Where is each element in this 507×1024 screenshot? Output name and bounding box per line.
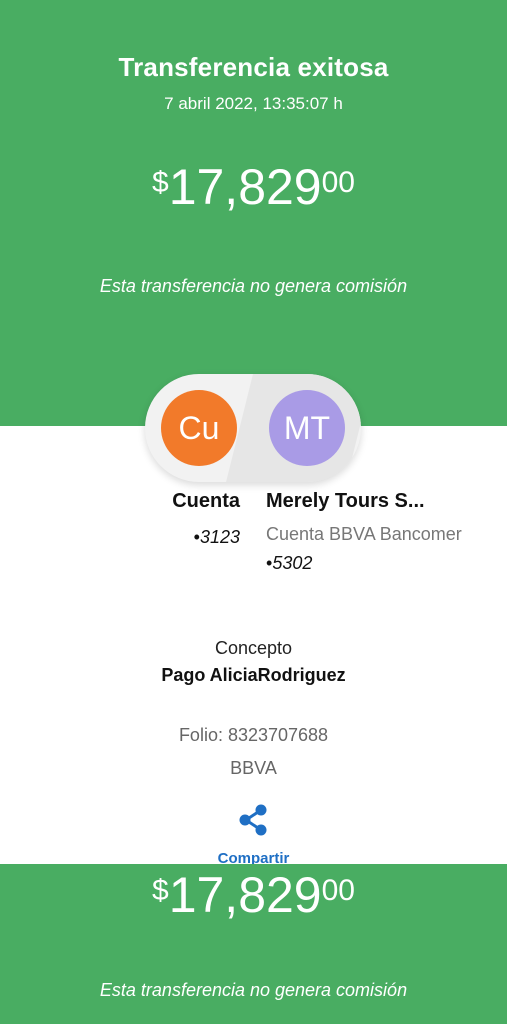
bank-name: BBVA: [230, 758, 277, 778]
success-header: Transferencia exitosa 7 abril 2022, 13:3…: [0, 0, 507, 426]
to-account-number: •5302: [266, 553, 313, 573]
amount-decimals: 00: [321, 166, 355, 199]
share-label[interactable]: Compartir: [0, 850, 507, 864]
currency-symbol: $: [152, 166, 169, 199]
from-account: Cuenta •3123: [150, 490, 240, 548]
transfer-parties-pill: Cu MT: [145, 374, 361, 482]
page-title: Transferencia exitosa: [118, 52, 389, 82]
from-name: Cuenta: [172, 490, 240, 512]
to-avatar: MT: [269, 390, 345, 466]
concept-value: Pago AliciaRodriguez: [161, 665, 346, 685]
to-account: Merely Tours S... Cuenta BBVA Bancomer •…: [266, 490, 466, 574]
from-account-number: •3123: [193, 527, 240, 547]
footer-commission-note: Esta transferencia no genera comisión: [99, 980, 408, 1000]
transfer-amount: $17,82900: [0, 162, 507, 212]
from-avatar: Cu: [161, 390, 237, 466]
amount-integer: 17,829: [168, 159, 322, 215]
transfer-date: 7 abril 2022, 13:35:07 h: [164, 94, 343, 113]
to-name: Merely Tours S...: [266, 490, 425, 512]
footer-summary: $17,82900 Esta transferencia no genera c…: [0, 864, 507, 1024]
share-button[interactable]: [233, 800, 273, 840]
concept-label: Concepto: [214, 638, 293, 658]
folio: Folio: 8323707688: [178, 725, 329, 745]
to-bank: Cuenta BBVA Bancomer: [266, 524, 462, 544]
share-icon: [239, 804, 267, 836]
footer-amount: $17,82900: [152, 867, 355, 923]
commission-note: Esta transferencia no genera comisión: [99, 276, 408, 296]
